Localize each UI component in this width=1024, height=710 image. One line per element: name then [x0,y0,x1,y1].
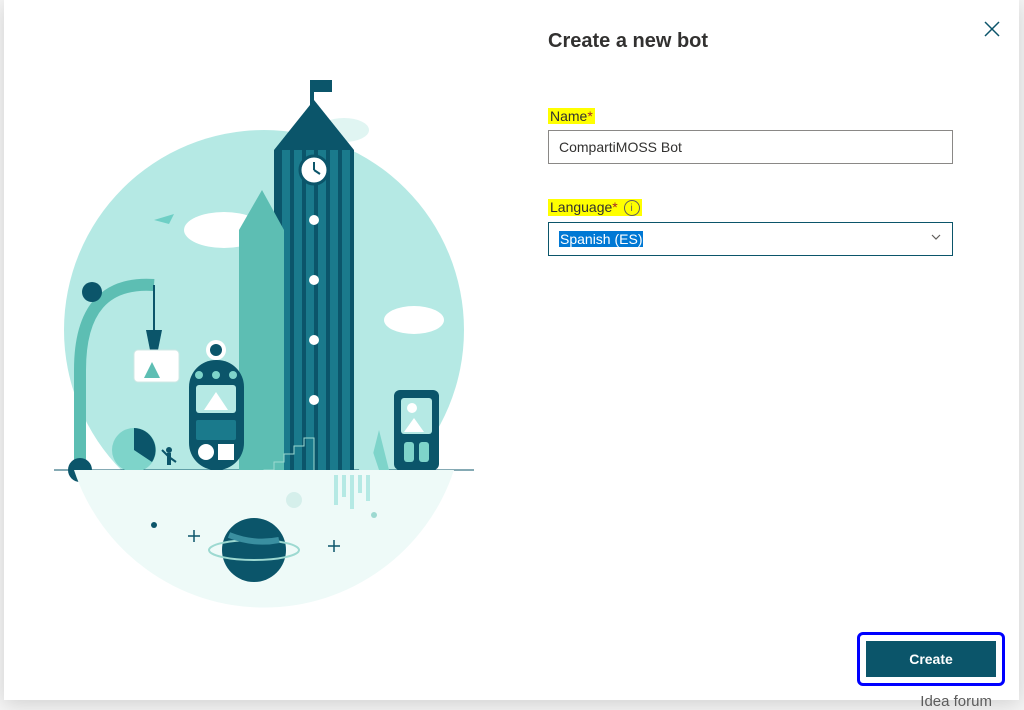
name-field-group: Name* [548,108,998,164]
language-selected-value: Spanish (ES) [559,231,643,247]
name-label-highlighted: Name* [548,108,595,124]
language-label: Language [550,199,612,215]
create-button-annotation: Create [857,632,1005,686]
create-button[interactable]: Create [866,641,996,677]
name-required-marker: * [587,108,592,124]
dialog-title: Create a new bot [548,30,998,53]
bot-name-input[interactable] [548,130,953,164]
language-required-marker: * [612,199,617,215]
info-icon[interactable]: i [624,200,640,216]
chevron-down-icon [930,230,942,248]
dialog-footer: Create [857,632,1005,686]
create-bot-dialog: Create a new bot Name* Language* i Spani… [4,0,1019,700]
create-bot-form: Create a new bot Name* Language* i Spani… [548,30,998,291]
name-label: Name [550,108,587,124]
language-select[interactable]: Spanish (ES) [548,222,953,256]
background-idea-forum-link[interactable]: Idea forum [920,693,992,710]
city-illustration-svg [34,70,494,630]
language-label-highlighted: Language* i [548,199,642,216]
language-field-group: Language* i Spanish (ES) [548,199,998,256]
hero-illustration [14,10,514,690]
